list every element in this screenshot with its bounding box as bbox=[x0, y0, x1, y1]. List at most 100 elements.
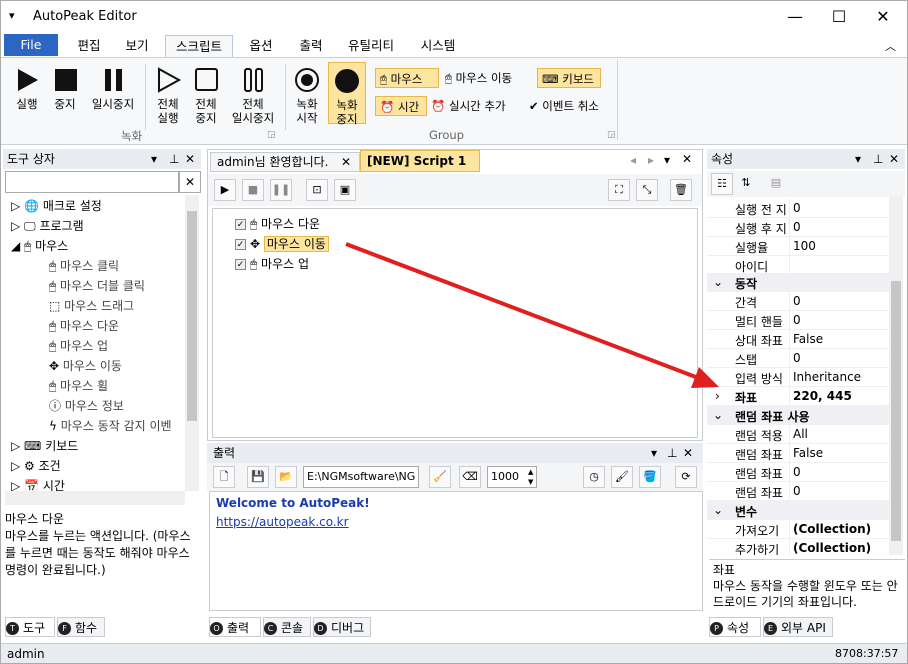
property-value[interactable]: False bbox=[793, 332, 823, 346]
tree-item-mouse[interactable]: ◢ 🖱 마우스 bbox=[11, 237, 68, 254]
tab-console[interactable]: C 콘솔 bbox=[263, 617, 311, 637]
property-value[interactable]: 0 bbox=[793, 351, 801, 365]
close-tab-icon[interactable]: ✕ bbox=[341, 153, 351, 171]
delete-icon[interactable]: 🗑 bbox=[670, 179, 692, 201]
property-value[interactable]: (Collection) bbox=[793, 522, 871, 536]
dialog-launcher-icon[interactable]: ◲ bbox=[267, 130, 276, 140]
tab-options[interactable]: 옵션 bbox=[239, 35, 283, 57]
category-action[interactable]: ⌄ 동작 bbox=[707, 273, 889, 292]
brush-icon[interactable]: 🖌 bbox=[611, 466, 633, 488]
property-row[interactable]: 실행 후 지 0 bbox=[707, 218, 889, 237]
property-value[interactable]: 100 bbox=[793, 239, 816, 253]
property-row[interactable]: 아이디 bbox=[707, 256, 889, 275]
property-value[interactable]: 0 bbox=[793, 465, 801, 479]
tree-item-mouse-drag[interactable]: ⬚ 마우스 드래그 bbox=[49, 297, 134, 314]
tab-system[interactable]: 시스템 bbox=[411, 35, 465, 57]
tree-item-macro-settings[interactable]: ▷ 🌐 매크로 설정 bbox=[11, 197, 102, 214]
property-row[interactable]: 실행율 100 bbox=[707, 237, 889, 256]
property-value[interactable]: 0 bbox=[793, 220, 801, 234]
tab-script[interactable]: 스크립트 bbox=[165, 35, 233, 57]
tree-item-program[interactable]: ▷ 🖵 프로그램 bbox=[11, 217, 84, 234]
property-row[interactable]: 멀티 핸들 0 bbox=[707, 311, 889, 330]
property-value[interactable]: 0 bbox=[793, 294, 801, 308]
property-row[interactable]: 스탭 0 bbox=[707, 349, 889, 368]
checkbox-icon[interactable]: ✓ bbox=[235, 259, 246, 270]
tab-external-api[interactable]: E 외부 API bbox=[763, 617, 833, 637]
realtime-add-button[interactable]: ⏰ 실시간 추가 bbox=[431, 96, 525, 116]
run-all-button[interactable]: 전체 실행 bbox=[149, 66, 187, 125]
tab-utility[interactable]: 유틸리티 bbox=[339, 35, 403, 57]
tree-item-condition[interactable]: ▷ ⚙ 조건 bbox=[11, 457, 61, 474]
tree-item-mouse-move[interactable]: ✥ 마우스 이동 bbox=[49, 357, 122, 374]
dropdown-icon[interactable]: ▾ bbox=[855, 149, 861, 169]
property-value[interactable]: False bbox=[793, 446, 823, 460]
tree-item-mouse-event[interactable]: ϟ 마우스 동작 감지 이벤 bbox=[49, 417, 172, 434]
property-value[interactable]: All bbox=[793, 427, 808, 441]
collapse-ribbon-icon[interactable]: ︿ bbox=[885, 38, 896, 54]
tab-properties[interactable]: P 속성 bbox=[709, 617, 761, 637]
paint-bucket-icon[interactable]: 🪣 bbox=[639, 466, 661, 488]
pause-all-button[interactable]: 전체 일시중지 bbox=[225, 66, 281, 125]
tab-tools[interactable]: T 도구 bbox=[5, 617, 55, 637]
script-pause-button[interactable]: ❚❚ bbox=[270, 179, 292, 201]
property-row[interactable]: 실행 전 지 0 bbox=[707, 199, 889, 218]
tab-edit[interactable]: 편집 bbox=[67, 35, 111, 57]
toolbox-search-input[interactable] bbox=[5, 171, 179, 193]
mouse-record-toggle[interactable]: 🖱 마우스 bbox=[375, 68, 439, 88]
tab-debug[interactable]: D 디버그 bbox=[313, 617, 371, 637]
property-row[interactable]: 좌표 220, 445 bbox=[707, 387, 889, 406]
minimize-icon[interactable]: — bbox=[773, 5, 817, 29]
website-link[interactable]: https://autopeak.co.kr bbox=[216, 513, 696, 532]
property-value[interactable]: 220, 445 bbox=[793, 389, 852, 403]
log-path-input[interactable]: E:\NGMsoftware\NG bbox=[303, 466, 419, 488]
clear-search-icon[interactable]: ✕ bbox=[179, 171, 201, 193]
property-pages-icon[interactable]: ▤ bbox=[765, 173, 787, 195]
record-start-button[interactable]: 녹화 시작 bbox=[289, 66, 325, 125]
keyboard-toggle[interactable]: ⌨ 키보드 bbox=[537, 68, 601, 88]
collapse-icon[interactable]: ⌄ bbox=[713, 503, 723, 517]
tab-file[interactable]: File bbox=[4, 34, 58, 56]
eraser-icon[interactable]: ⌫ bbox=[459, 466, 481, 488]
pin-icon[interactable]: ⊥ bbox=[169, 149, 179, 169]
time-toggle[interactable]: ⏰ 시간 bbox=[375, 96, 427, 116]
close-panel-icon[interactable]: ✕ bbox=[683, 443, 693, 463]
categorized-icon[interactable]: ☷ bbox=[711, 173, 733, 195]
property-row[interactable]: 상대 좌표 False bbox=[707, 330, 889, 349]
clock-icon[interactable]: ◷ bbox=[583, 466, 605, 488]
scroll-left-icon[interactable]: ◂ bbox=[630, 153, 636, 167]
save-icon[interactable]: 💾 bbox=[247, 466, 269, 488]
property-row[interactable]: 간격 0 bbox=[707, 292, 889, 311]
tree-item-mouse-wheel[interactable]: 🖱 마우스 휠 bbox=[49, 377, 108, 394]
expand-icon[interactable]: ⛶ bbox=[608, 179, 630, 201]
maximize-icon[interactable]: ☐ bbox=[817, 5, 861, 29]
tree-item-mouse-click[interactable]: 🖱 마우스 클릭 bbox=[49, 257, 119, 274]
script-run-to-button[interactable]: ▣ bbox=[334, 179, 356, 201]
collapse-icon[interactable]: ⌄ bbox=[713, 408, 723, 422]
script-step-button[interactable]: ⊡ bbox=[306, 179, 328, 201]
collapse-icon[interactable]: ⤡ bbox=[636, 179, 658, 201]
spin-icon[interactable]: ▲ ▼ bbox=[528, 467, 533, 487]
tree-item-mouse-info[interactable]: ⓘ 마우스 정보 bbox=[49, 397, 124, 414]
pause-button[interactable]: 일시중지 bbox=[85, 66, 141, 111]
property-row[interactable]: 입력 방식 Inheritance bbox=[707, 368, 889, 387]
script-line-selected[interactable]: ✓ ✥ 마우스 이동 bbox=[235, 235, 329, 252]
tab-list-icon[interactable]: ▾ bbox=[664, 153, 670, 167]
property-row[interactable]: 추가하기 (Collection) bbox=[707, 539, 889, 555]
run-button[interactable]: 실행 bbox=[9, 66, 45, 111]
scroll-thumb[interactable] bbox=[891, 281, 901, 541]
toolbox-scrollbar[interactable] bbox=[185, 195, 199, 491]
dialog-launcher-icon[interactable]: ◲ bbox=[607, 130, 616, 140]
tree-item-keyboard[interactable]: ▷ ⌨ 키보드 bbox=[11, 437, 78, 454]
property-value[interactable]: Inheritance bbox=[793, 370, 861, 384]
category-variable[interactable]: ⌄ 변수 bbox=[707, 501, 889, 520]
checkbox-icon[interactable]: ✓ bbox=[235, 239, 246, 250]
alphabetical-icon[interactable]: ⇅ bbox=[735, 173, 757, 195]
record-stop-button[interactable]: 녹화 중지 bbox=[328, 62, 366, 126]
tree-item-mouse-double-click[interactable]: 🖱 마우스 더블 클릭 bbox=[49, 277, 145, 294]
script-stop-button[interactable]: ■ bbox=[242, 179, 264, 201]
stop-button[interactable]: 중지 bbox=[47, 66, 83, 111]
pin-icon[interactable]: ⊥ bbox=[667, 443, 677, 463]
close-icon[interactable]: ✕ bbox=[861, 5, 905, 29]
property-value[interactable]: 0 bbox=[793, 484, 801, 498]
tab-welcome[interactable]: admin님 환영합니다. ✕ bbox=[210, 152, 360, 172]
